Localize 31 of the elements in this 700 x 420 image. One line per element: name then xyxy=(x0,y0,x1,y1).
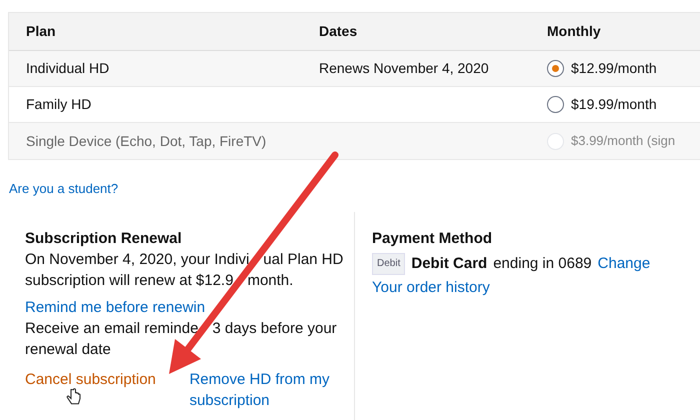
table-cell-text: $19.99/month xyxy=(571,95,657,114)
renewal-text: subscription will renew at $12.9 xyxy=(25,270,234,290)
column-header: Monthly xyxy=(547,23,601,39)
student-link[interactable]: Are you a student? xyxy=(9,181,118,196)
reminder-text: 3 days before your xyxy=(212,318,337,338)
radio-button[interactable] xyxy=(547,60,564,77)
section-title: Payment Method xyxy=(372,228,494,248)
order-history-link[interactable]: Your order history xyxy=(372,276,490,298)
renewal-text: month. xyxy=(247,270,294,290)
card-name: Debit Card xyxy=(411,254,488,274)
change-link[interactable]: Change xyxy=(598,253,650,274)
table-cell-text: $3.99/month (sign xyxy=(571,132,676,150)
section-title: Subscription Renewal xyxy=(25,228,183,248)
column-header: Dates xyxy=(319,23,358,39)
remind-link[interactable]: Remind me before renewin xyxy=(25,296,206,318)
table-cell: Individual HD xyxy=(26,60,110,76)
remove-link[interactable]: Remove HD from my subscription xyxy=(189,368,334,410)
table-cell: Single Device (Echo, Dot, Tap, FireTV) xyxy=(26,132,266,148)
reminder-text: Receive an email reminde xyxy=(25,318,198,338)
renewal-text: On November 4, 2020, your Indivi xyxy=(25,250,250,270)
table-cell: Renews November 4, 2020 xyxy=(319,60,489,76)
radio-button[interactable] xyxy=(547,96,564,113)
card-badge: Debit xyxy=(372,252,406,274)
card-text: ending in 0689 xyxy=(493,254,592,274)
table-cell-text: $12.99/month xyxy=(571,59,657,78)
renewal-text: ual Plan HD xyxy=(263,250,344,270)
table-cell: Family HD xyxy=(26,96,92,112)
cancel-link[interactable]: Cancel subscription xyxy=(25,368,190,390)
column-header: Plan xyxy=(26,23,56,39)
plan-row[interactable]: Family HD $19.99/month xyxy=(9,87,700,123)
reminder-text: renewal date xyxy=(25,340,111,360)
